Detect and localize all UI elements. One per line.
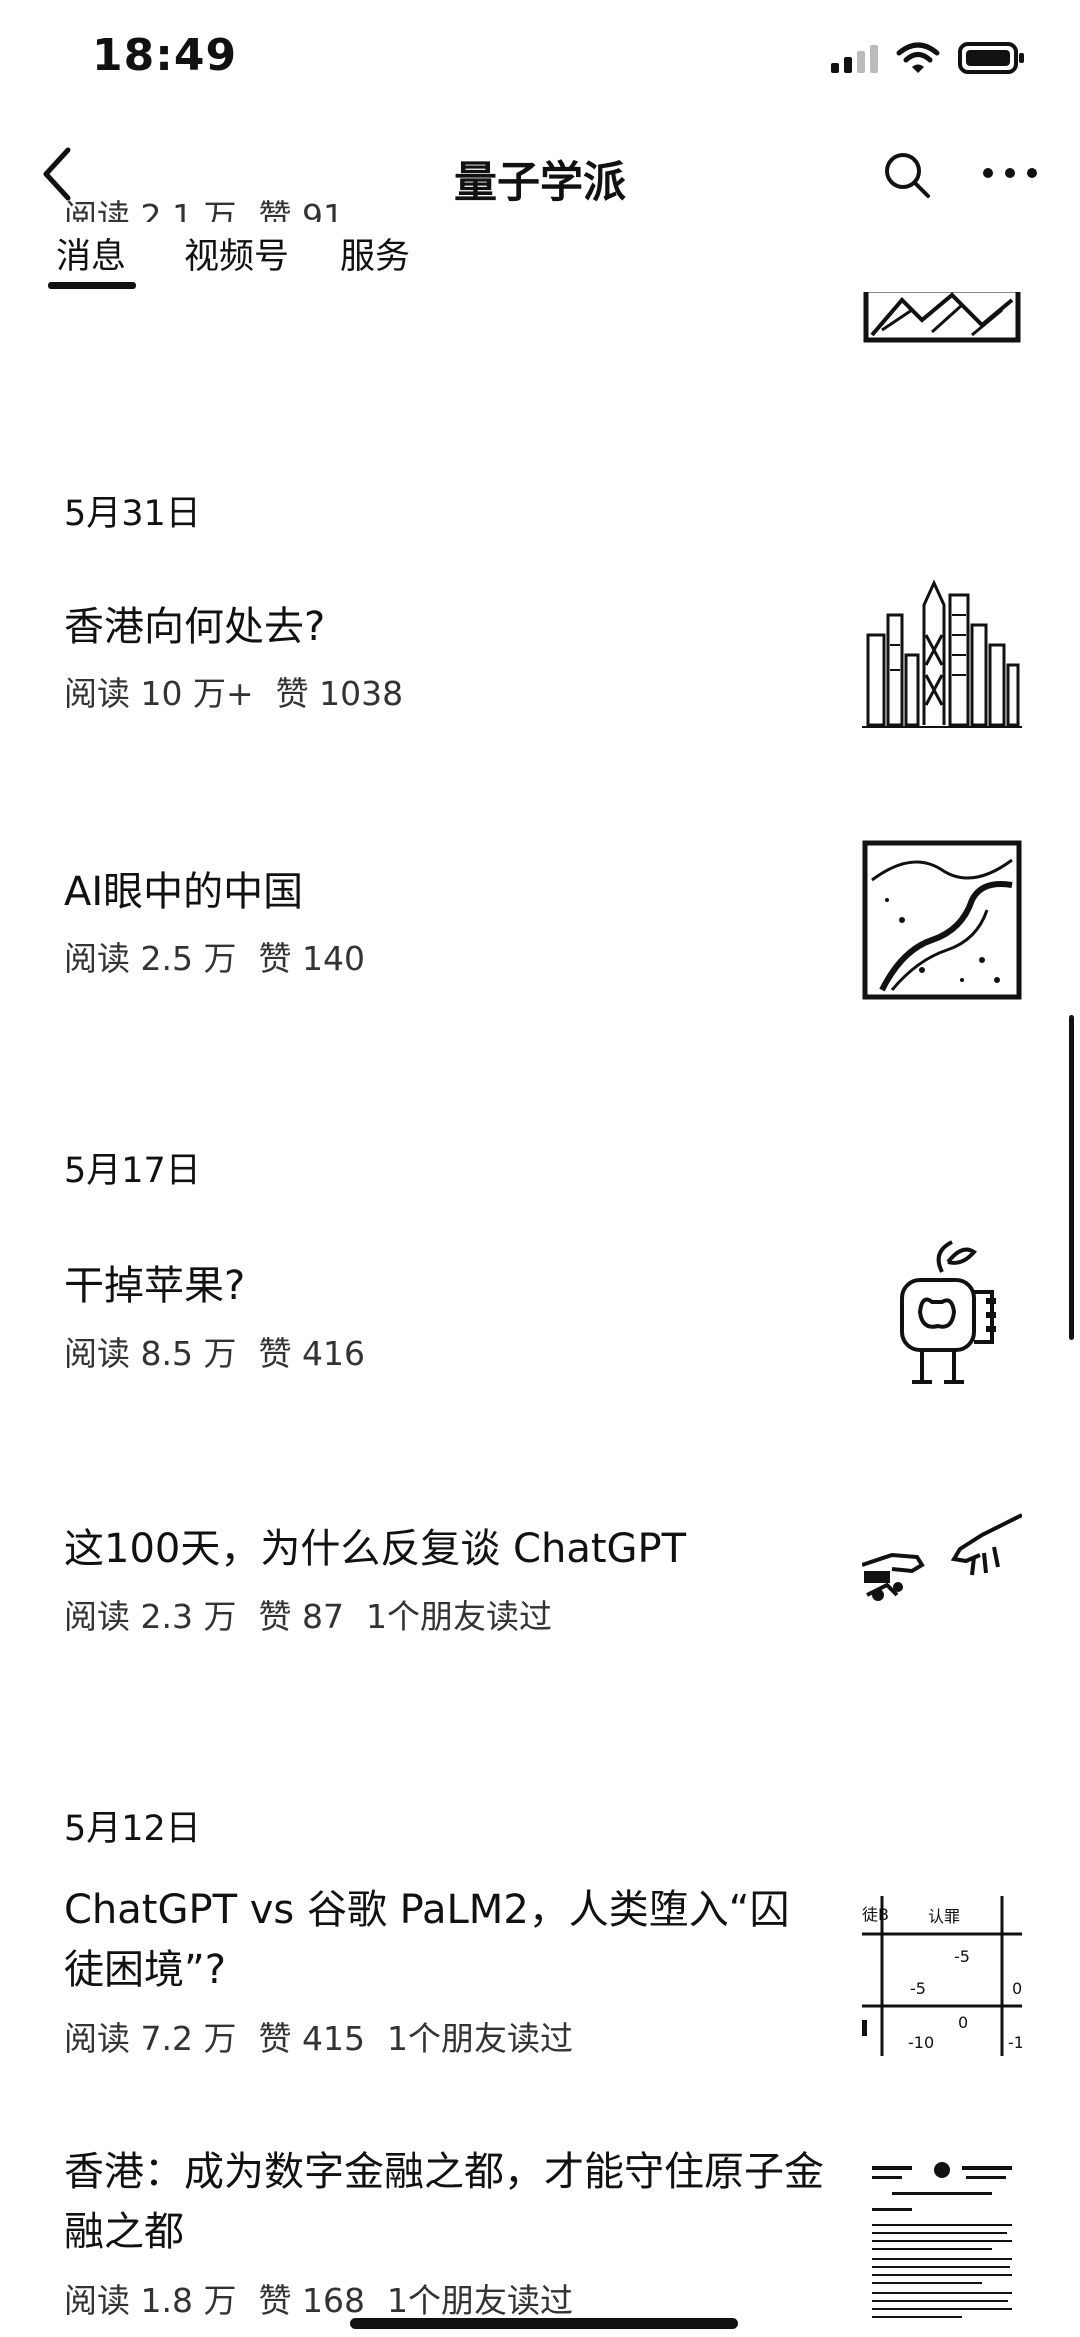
article-meta: 阅读 2.5 万赞 140 (64, 932, 387, 980)
matrix-cell: -5 (910, 1979, 926, 1998)
friends-read: 1个朋友读过 (386, 2019, 573, 2058)
article-meta: 阅读 1.8 万赞 168 1个朋友读过 (64, 2274, 595, 2322)
read-count: 阅读 7.2 万 (64, 2019, 237, 2058)
like-count: 赞 168 (258, 2281, 365, 2320)
list-item[interactable]: 这100天，为什么反复谈 ChatGPT 阅读 2.3 万赞 87 1个朋友读过 (0, 1495, 1080, 1675)
status-time: 18:49 (92, 30, 238, 81)
list-item[interactable]: 香港向何处去? 阅读 10 万+ 赞 1038 (0, 575, 1080, 775)
tab-messages[interactable]: 消息 (56, 228, 126, 279)
list-item[interactable]: 香港：成为数字金融之都，才能守住原子金融之都 阅读 1.8 万赞 168 1个朋友… (0, 2142, 1080, 2337)
scrollbar[interactable] (1069, 1015, 1074, 1340)
article-thumbnail-great-wall (862, 840, 1022, 1000)
matrix-label-confess: 认罪 (928, 1907, 960, 1926)
friends-read: 1个朋友读过 (386, 2281, 573, 2320)
article-title: AI眼中的中国 (64, 869, 304, 915)
matrix-cell: -1 (1008, 2033, 1022, 2052)
article-meta: 阅读 10 万+ 赞 1038 (64, 667, 425, 715)
date-header: 5月17日 (64, 1151, 201, 1191)
article-title: 这100天，为什么反复谈 ChatGPT (64, 1526, 687, 1572)
search-icon[interactable] (882, 150, 932, 200)
read-count: 阅读 8.5 万 (64, 1334, 237, 1373)
tab-bar: 消息 视频号 服务 (0, 222, 1080, 292)
read-count: 阅读 1.8 万 (64, 2281, 237, 2320)
matrix-cell: -5 (954, 1947, 970, 1966)
like-count: 赞 140 (258, 939, 365, 978)
matrix-cell: 0 (1012, 1979, 1022, 1998)
article-thumbnail-payoff-matrix: 徒B 认罪 -5 -5 0 0 -10 -1 (862, 1896, 1022, 2056)
read-count: 阅读 10 万+ (64, 674, 254, 713)
friends-read: 1个朋友读过 (365, 1597, 552, 1636)
tab-services[interactable]: 服务 (340, 228, 410, 279)
article-thumbnail-hong-kong-skyline (862, 575, 1022, 735)
article-meta: 阅读 2.3 万赞 87 1个朋友读过 (64, 1590, 574, 1638)
like-count: 赞 87 (258, 1597, 344, 1636)
matrix-label-b: 徒B (862, 1905, 889, 1924)
article-thumbnail-robot-human-hands (862, 1495, 1022, 1655)
article-title: ChatGPT vs 谷歌 PaLM2，人类堕入“囚徒困境”? (64, 1887, 790, 1993)
article-thumbnail-apple-robot (862, 1232, 1022, 1392)
article-title: 香港：成为数字金融之都，才能守住原子金融之都 (64, 2149, 824, 2255)
article-feed: 阅读 2.1 万赞 91 5月31日 香港向何处去? 阅读 10 万+ 赞 103… (0, 0, 1080, 2337)
article-title: 干掉苹果? (64, 1263, 246, 1309)
read-count: 阅读 2.5 万 (64, 939, 237, 978)
list-item[interactable]: 干掉苹果? 阅读 8.5 万赞 416 (0, 1232, 1080, 1412)
like-count: 赞 1038 (275, 674, 404, 713)
list-item[interactable]: AI眼中的中国 阅读 2.5 万赞 140 (0, 840, 1080, 1010)
matrix-cell: 0 (958, 2013, 968, 2032)
list-item[interactable]: ChatGPT vs 谷歌 PaLM2，人类堕入“囚徒困境”? 阅读 7.2 万… (0, 1880, 1080, 2060)
nav-header: 量子学派 (0, 120, 1080, 230)
cellular-signal-icon (831, 43, 878, 73)
article-thumbnail-document (862, 2158, 1022, 2337)
article-title: 香港向何处去? (64, 604, 326, 650)
tab-channels[interactable]: 视频号 (184, 228, 289, 279)
date-header: 5月12日 (64, 1809, 201, 1849)
matrix-cell: -10 (908, 2033, 934, 2052)
read-count: 阅读 2.3 万 (64, 1597, 237, 1636)
article-meta: 阅读 8.5 万赞 416 (64, 1327, 387, 1375)
article-meta: 阅读 7.2 万赞 415 1个朋友读过 (64, 2012, 595, 2060)
home-indicator[interactable] (350, 2318, 738, 2329)
active-tab-indicator (48, 282, 136, 289)
status-icons (831, 40, 1026, 76)
more-options-icon[interactable] (980, 158, 1040, 188)
status-bar: 18:49 (0, 0, 1080, 120)
like-count: 赞 415 (258, 2019, 365, 2058)
like-count: 赞 416 (258, 1334, 365, 1373)
wifi-icon (896, 42, 940, 73)
date-header: 5月31日 (64, 494, 201, 534)
battery-icon (958, 42, 1024, 74)
